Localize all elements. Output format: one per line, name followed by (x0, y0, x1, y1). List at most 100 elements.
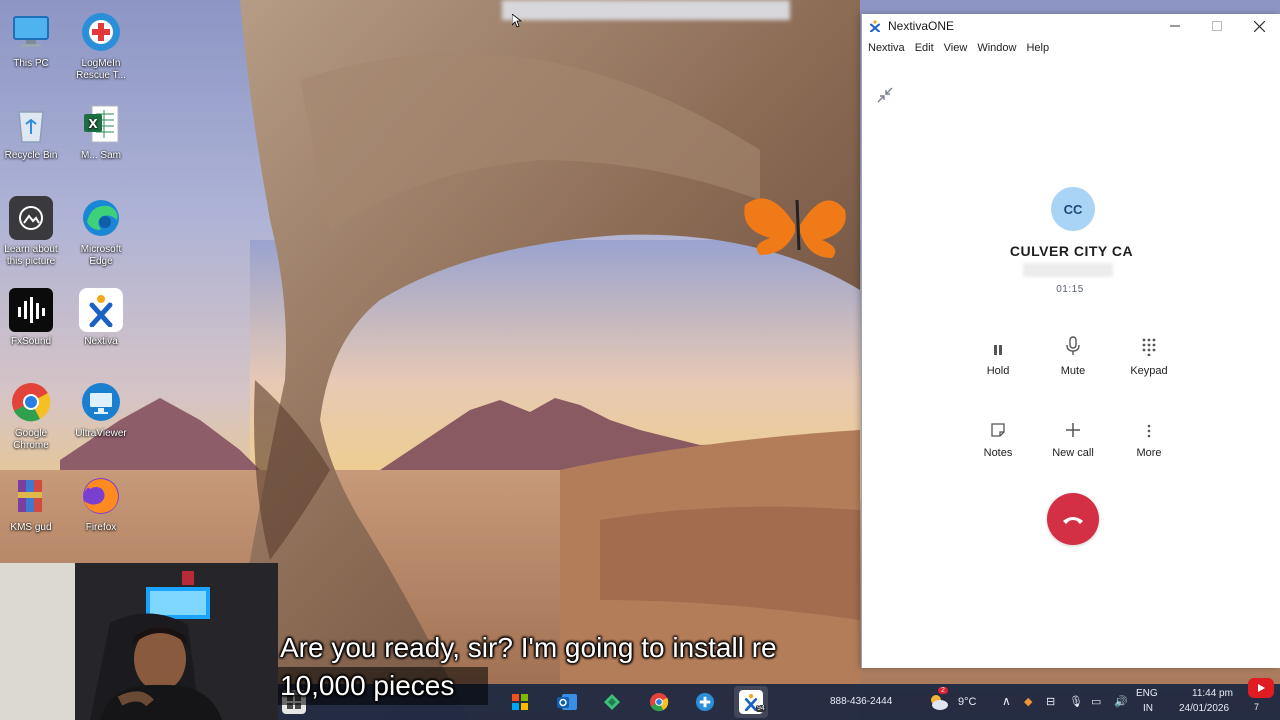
mute-button[interactable]: Mute (1033, 334, 1113, 377)
hold-button[interactable]: Hold (958, 334, 1038, 377)
webcam-overlay (0, 563, 278, 720)
tray-overflow-chevron-icon[interactable]: ∧ (1002, 694, 1011, 708)
desktop-icon-ultraviewer[interactable]: UltraViewer (68, 380, 134, 440)
tray-usb-icon[interactable]: ⊟ (1046, 695, 1055, 708)
caller-number-redacted (1023, 263, 1113, 277)
desktop-icon-recycle-bin[interactable]: Recycle Bin (0, 102, 64, 162)
call-timer: 01:15 (1056, 284, 1084, 295)
minimize-button[interactable] (1154, 14, 1196, 38)
tray-microphone-icon[interactable]: 🎙 (1069, 695, 1083, 708)
edge-icon (79, 196, 123, 240)
minimize-icon (1170, 25, 1180, 27)
taskbar-chrome[interactable] (647, 690, 671, 714)
plus-icon (1033, 416, 1113, 438)
pause-icon (958, 334, 1038, 356)
hang-up-phone-icon (1063, 517, 1083, 524)
nextiva-menubar: Nextiva Edit View Window Help (862, 38, 1280, 58)
desktop-icon-label: Microsoft Edge (80, 244, 122, 267)
clock-date[interactable]: 24/01/2026 (1179, 703, 1229, 714)
tray-volume-icon[interactable]: 🔊 (1114, 695, 1128, 708)
mouse-cursor-icon (512, 14, 522, 28)
note-icon (958, 416, 1038, 438)
youtube-logo-overlay (1248, 678, 1274, 698)
keypad-button[interactable]: Keypad (1109, 334, 1189, 377)
menu-nextiva[interactable]: Nextiva (868, 42, 905, 54)
desktop-icon-firefox[interactable]: Firefox (68, 474, 134, 534)
menu-help[interactable]: Help (1026, 42, 1049, 54)
desktop-icon-logmein-rescue[interactable]: LogMeIn Rescue T... (68, 10, 134, 82)
chrome-icon (9, 380, 53, 424)
app-grid-icon (604, 694, 620, 710)
maximize-button[interactable] (1196, 14, 1238, 38)
close-icon (1253, 20, 1265, 32)
nextiva-titlebar[interactable]: NextivaONE (862, 14, 1280, 38)
recycle-bin-icon (9, 102, 53, 146)
more-vertical-icon (1109, 416, 1189, 438)
desktop-icon-label: M... Sam (80, 150, 121, 161)
excel-file-icon: X (79, 102, 123, 146)
desktop-icon-this-pc[interactable]: This PC (0, 10, 64, 70)
notes-label: Notes (983, 447, 1013, 459)
logmein-rescue-icon (695, 692, 715, 712)
desktop-icon-label: Nextiva (84, 336, 118, 347)
ultraviewer-icon (79, 380, 123, 424)
desktop-icon-google-chrome[interactable]: Google Chrome (0, 380, 64, 452)
taskbar-logmein[interactable] (693, 690, 717, 714)
tray-network-icon[interactable]: ▭ (1091, 695, 1101, 708)
more-button[interactable]: More (1109, 416, 1189, 459)
notification-count[interactable]: 7 (1254, 702, 1259, 712)
clock-time[interactable]: 11:44 pm (1192, 688, 1233, 699)
weather-badge: 2 (938, 687, 948, 694)
close-button[interactable] (1238, 14, 1280, 38)
maximize-icon (1212, 21, 1222, 31)
chrome-icon (649, 692, 669, 712)
desktop-icon-label: UltraViewer (75, 428, 127, 439)
microphone-icon (1033, 334, 1113, 356)
more-label: More (1136, 447, 1162, 459)
menu-window[interactable]: Window (977, 42, 1016, 54)
blurred-overlay-bar (502, 0, 790, 20)
collapse-arrows-icon (877, 87, 893, 103)
desktop-icon-learn-about-picture[interactable]: Learn about this picture (0, 196, 64, 268)
weather-temperature: 9°C (958, 696, 977, 708)
weather-widget[interactable] (926, 690, 950, 714)
caller-avatar: CC (1051, 187, 1095, 231)
tray-app-icon[interactable]: ◆ (1024, 695, 1032, 708)
desktop-icon-nextiva[interactable]: Nextiva (68, 288, 134, 348)
play-icon (1258, 684, 1265, 692)
caller-name: CULVER CITY CA (1009, 243, 1134, 259)
menu-edit[interactable]: Edit (915, 42, 934, 54)
desktop-icon-label: KMS gud (10, 522, 52, 533)
collapse-call-view-button[interactable] (876, 86, 894, 104)
desktop-icon-fxsound[interactable]: FxSound (0, 288, 64, 348)
taskbar-windows-store[interactable] (508, 690, 532, 714)
desktop-icon-label: This PC (13, 58, 49, 69)
svg-text:X: X (88, 117, 98, 131)
notes-button[interactable]: Notes (958, 416, 1038, 459)
menu-view[interactable]: View (944, 42, 968, 54)
nextiva-logo-icon (868, 19, 882, 33)
desktop-icon-excel-file[interactable]: X M... Sam (68, 102, 134, 162)
desktop-icon-kms-gud[interactable]: KMS gud (0, 474, 64, 534)
weather-cloud-icon (931, 695, 948, 710)
desktop-icon-microsoft-edge[interactable]: Microsoft Edge (68, 196, 134, 268)
subtitle-line-2: 10,000 pieces (280, 670, 455, 701)
logmein-rescue-icon (79, 10, 123, 54)
subtitle-line-1: Are you ready, sir? I'm going to install… (280, 632, 777, 663)
hang-up-button[interactable] (1047, 493, 1099, 545)
camera-icon (9, 196, 53, 240)
window-title: NextivaONE (888, 19, 955, 33)
input-region[interactable]: IN (1143, 703, 1153, 714)
phone-number-label: 888-436-2444 (830, 696, 893, 707)
desktop-icon-label: Recycle Bin (4, 150, 58, 161)
nextiva-badge: 94 (756, 705, 766, 712)
input-language[interactable]: ENG (1136, 688, 1158, 699)
desktop-icon-label: Google Chrome (13, 428, 49, 451)
desktop-icon-label: FxSound (10, 336, 52, 347)
new-call-button[interactable]: New call (1033, 416, 1113, 459)
computer-icon (9, 10, 53, 54)
store-icon (512, 694, 528, 710)
taskbar-app-green[interactable] (600, 690, 624, 714)
outlook-icon (557, 694, 577, 710)
taskbar-outlook[interactable] (555, 690, 579, 714)
